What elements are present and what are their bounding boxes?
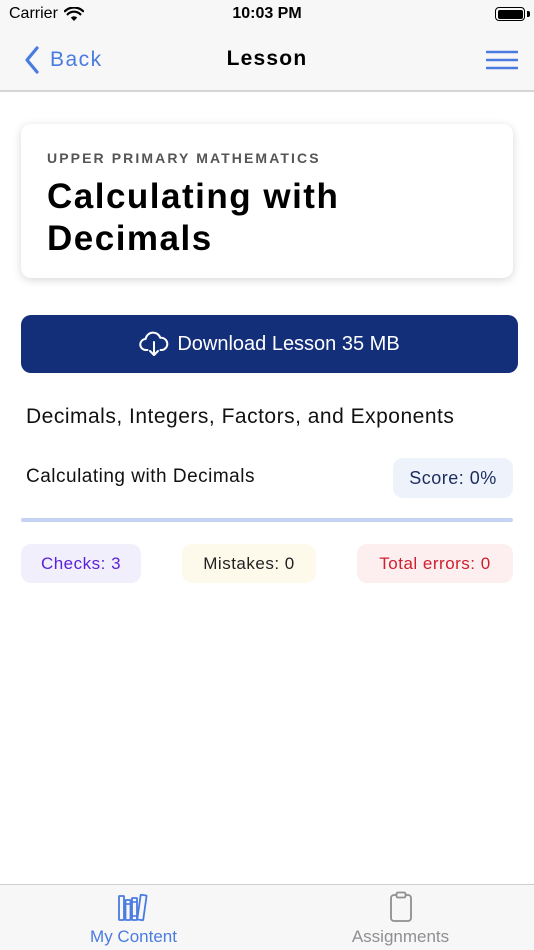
total-errors-badge: Total errors: 0	[357, 544, 513, 583]
hamburger-icon	[485, 50, 519, 70]
tab-assignments-label: Assignments	[351, 927, 450, 946]
page-title: Lesson	[226, 47, 308, 70]
tab-bar: My Content Assignments	[0, 884, 534, 950]
nav-bar: Back Lesson	[0, 30, 534, 92]
battery-tip	[527, 11, 530, 17]
cloud-download-icon	[139, 331, 169, 356]
clipboard-icon	[389, 891, 412, 922]
lesson-header-card: UPPER PRIMARY MATHEMATICS Calculating wi…	[21, 124, 513, 278]
topic-title: Decimals, Integers, Factors, and Exponen…	[26, 405, 455, 428]
mistakes-badge: Mistakes: 0	[182, 544, 316, 583]
download-lesson-button[interactable]: Download Lesson 35 MB	[21, 315, 518, 373]
tab-my-content-label: My Content	[90, 927, 177, 946]
status-bar: Carrier 10:03 PM	[0, 0, 534, 30]
tab-my-content[interactable]: My Content	[0, 885, 267, 950]
lesson-title: Calculating with Decimals	[47, 177, 340, 258]
menu-button[interactable]	[485, 48, 519, 74]
checks-badge: Checks: 3	[21, 544, 141, 583]
tab-assignments[interactable]: Assignments	[267, 885, 534, 950]
books-icon	[117, 893, 147, 922]
lesson-progress-bar	[21, 518, 513, 522]
battery-icon	[495, 7, 525, 21]
score-badge: Score: 0%	[393, 458, 513, 498]
course-subtitle: UPPER PRIMARY MATHEMATICS	[47, 150, 321, 166]
download-label: Download Lesson 35 MB	[177, 332, 400, 355]
lesson-name: Calculating with Decimals	[26, 466, 255, 487]
status-time: 10:03 PM	[232, 5, 302, 22]
